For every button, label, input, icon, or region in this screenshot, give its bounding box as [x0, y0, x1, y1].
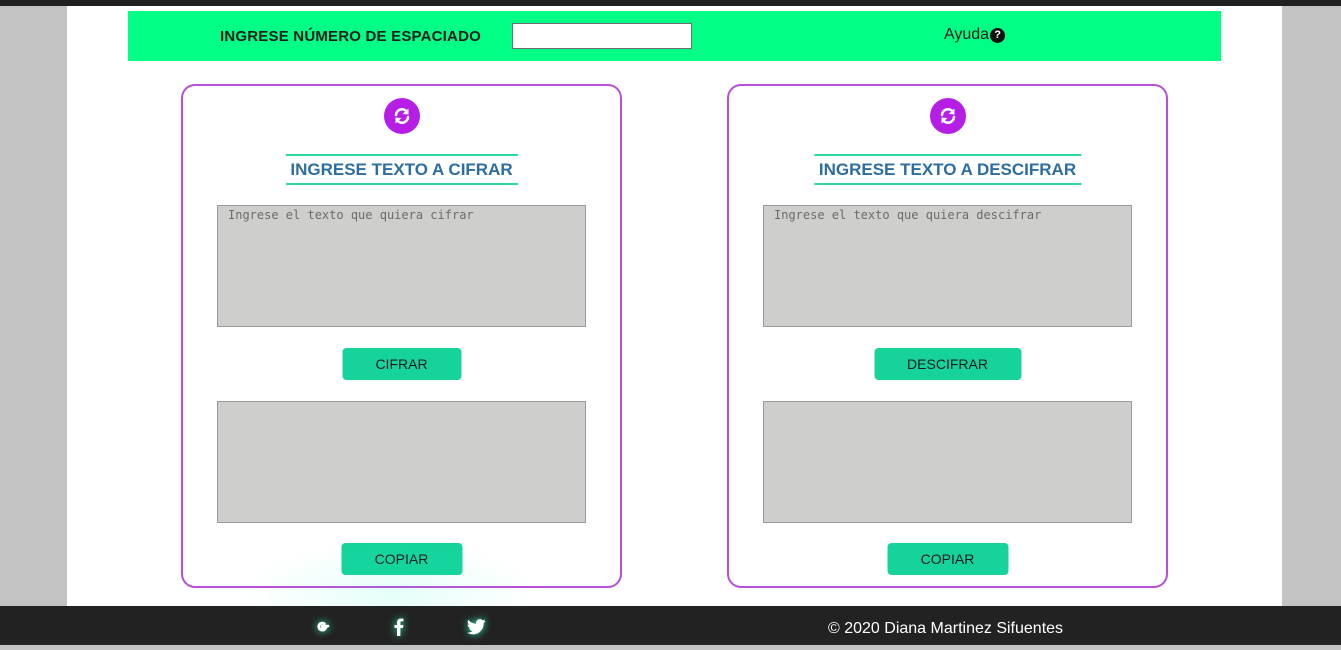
cipher-title: INGRESE TEXTO A CIFRAR	[285, 154, 518, 185]
cipher-output[interactable]	[217, 401, 586, 523]
decipher-copy-button[interactable]: COPIAR	[887, 543, 1008, 575]
refresh-icon[interactable]	[929, 98, 966, 134]
footer: © 2020 Diana Martinez Sifuentes	[0, 606, 1341, 645]
question-circle-icon: ?	[990, 27, 1006, 43]
cipher-button[interactable]: CIFRAR	[342, 348, 461, 380]
cipher-panel: INGRESE TEXTO A CIFRAR CIFRAR COPIAR	[181, 84, 622, 588]
refresh-icon[interactable]	[383, 98, 420, 134]
decipher-output[interactable]	[763, 401, 1132, 523]
spacing-label: INGRESE NÚMERO DE ESPACIADO	[220, 28, 481, 45]
help-link[interactable]: Ayuda ?	[944, 26, 1006, 44]
spacing-input[interactable]	[512, 23, 692, 49]
google-icon[interactable]	[312, 618, 332, 636]
decipher-title: INGRESE TEXTO A DESCIFRAR	[813, 154, 1082, 185]
cipher-input[interactable]	[217, 205, 586, 327]
header-bar: INGRESE NÚMERO DE ESPACIADO Ayuda ?	[128, 11, 1221, 61]
decipher-button[interactable]: DESCIFRAR	[874, 348, 1021, 380]
decipher-panel: INGRESE TEXTO A DESCIFRAR DESCIFRAR COPI…	[727, 84, 1168, 588]
help-label: Ayuda	[944, 26, 990, 43]
cipher-copy-button[interactable]: COPIAR	[341, 543, 462, 575]
facebook-icon[interactable]	[389, 618, 409, 636]
twitter-icon[interactable]	[466, 618, 486, 636]
decipher-input[interactable]	[763, 205, 1132, 327]
copyright-text: © 2020 Diana Martinez Sifuentes	[828, 620, 1064, 637]
